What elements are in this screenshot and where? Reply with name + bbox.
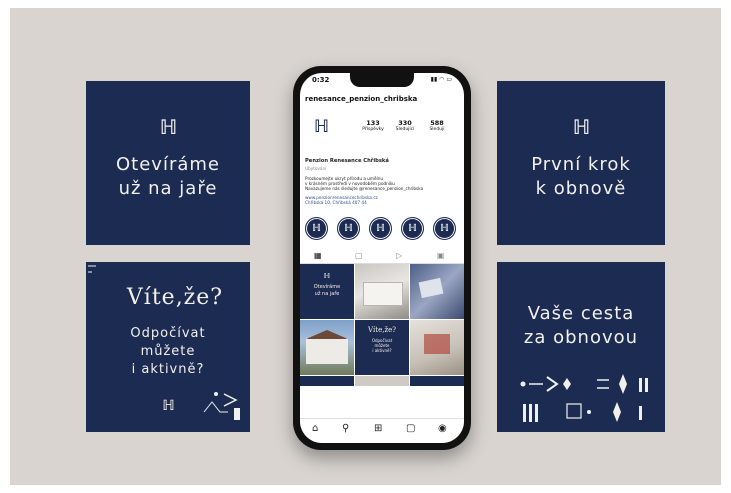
bottom-navigation: ⌂ ⚲ ⊞ ▢ ◉	[300, 418, 464, 443]
card-headline: Víte,že?	[126, 285, 224, 310]
card-title-line-1: První krok	[531, 154, 631, 175]
stat-followers-value: 330	[398, 119, 412, 127]
phone-notch	[350, 73, 414, 87]
hotel-logo-icon: ℍ	[159, 115, 178, 139]
stat-posts-value: 133	[366, 119, 380, 127]
stat-followers-label: Sledující	[395, 127, 415, 132]
stat-followers[interactable]: 330 Sledující	[390, 119, 420, 132]
card-prvni-krok: ℍ První krok k obnově	[497, 81, 665, 245]
stat-following-value: 588	[430, 119, 444, 127]
stat-posts[interactable]: 133 Příspěvky	[358, 119, 388, 132]
pillow-shape	[418, 277, 444, 299]
phone-mockup: 0:32 ▮▮ ◠ ▭ renesance_penzion_chribska ℍ…	[293, 66, 471, 450]
stat-posts-label: Příspěvky	[362, 127, 384, 132]
card-vite-ze: Víte,že? Odpočívat můžete i aktivně? ℍ	[86, 262, 250, 432]
story-highlight-1[interactable]: ℍ	[305, 217, 328, 240]
card-title-line-2: za obnovou	[523, 327, 639, 348]
post-partial-2[interactable]	[355, 376, 409, 386]
bio-name: Penzion Renesance Chřibská	[305, 158, 389, 164]
bio-address-link[interactable]: Chřibská 10, Chřibská 407 44	[305, 200, 367, 205]
profile-avatar[interactable]: ℍ	[310, 117, 332, 139]
card-body-line-3: i aktivně?	[131, 362, 205, 377]
bio-line-3: Navazujeme nás sledujte @renesance_penzi…	[305, 186, 424, 191]
grid-icon[interactable]: ▦	[314, 251, 322, 260]
shop-icon[interactable]: ▢	[406, 423, 415, 434]
instagram-profile-screen: 0:32 ▮▮ ◠ ▭ renesance_penzion_chribska ℍ…	[300, 73, 464, 443]
post-title-line-2: už na jaře	[314, 291, 340, 297]
post-pillows-photo[interactable]	[410, 264, 464, 319]
card-title-line-1: Vaše cesta	[527, 303, 635, 324]
card-body-line-1: Odpočívat	[130, 326, 206, 341]
status-time: 0:32	[312, 76, 330, 84]
reels-icon[interactable]: ▢	[355, 251, 363, 260]
post-room-photo[interactable]	[355, 264, 409, 319]
painting-shape	[424, 334, 450, 354]
post-headline: Víte,že?	[367, 326, 397, 334]
profile-username[interactable]: renesance_penzion_chribska	[305, 95, 417, 103]
hotel-logo-icon: ℍ	[162, 398, 174, 414]
add-icon[interactable]: ⊞	[374, 423, 382, 434]
stat-following[interactable]: 588 Sleduji	[422, 119, 452, 132]
post-body-line-3: i aktivně?	[372, 348, 392, 353]
card-body-line-2: můžete	[140, 344, 196, 359]
card-title-line-1: Otevíráme	[116, 154, 220, 175]
post-title-line-1: Otevíráme	[313, 284, 341, 290]
post-partial-3[interactable]	[410, 376, 464, 386]
building-shape	[306, 338, 348, 364]
status-icons: ▮▮ ◠ ▭	[430, 76, 452, 83]
bed-shape	[363, 282, 403, 306]
stat-following-label: Sleduji	[429, 127, 445, 132]
decorative-pattern-icon	[520, 374, 648, 422]
hotel-logo-icon: ℍ	[323, 272, 331, 280]
card-title-line-2: k obnově	[535, 178, 627, 199]
tagged-icon[interactable]: ▣	[437, 251, 445, 260]
bio-category: Ubytování	[305, 166, 327, 171]
profile-icon[interactable]: ◉	[438, 423, 447, 434]
play-icon[interactable]: ▷	[396, 251, 402, 260]
roof-shape	[306, 330, 348, 339]
story-highlight-3[interactable]: ℍ	[369, 217, 392, 240]
hotel-logo-icon: ℍ	[572, 115, 591, 139]
post-building-photo[interactable]	[300, 320, 354, 375]
story-highlight-2[interactable]: ℍ	[337, 217, 360, 240]
card-otevirame: ℍ Otevíráme už na jaře	[86, 81, 250, 245]
home-icon[interactable]: ⌂	[312, 423, 318, 434]
story-highlight-5[interactable]: ℍ	[433, 217, 456, 240]
post-partial-1[interactable]	[300, 376, 354, 386]
story-highlight-4[interactable]: ℍ	[401, 217, 424, 240]
card-vase-cesta: Vaše cesta za obnovou	[497, 262, 665, 432]
search-icon[interactable]: ⚲	[342, 423, 349, 434]
product-mockup-background: ℍ Otevíráme už na jaře Víte,že? Odpočíva…	[10, 8, 721, 485]
post-otevirame[interactable]: ℍ Otevíráme už na jaře	[300, 264, 354, 319]
post-interior-photo[interactable]	[410, 320, 464, 375]
card-title-line-2: už na jaře	[118, 178, 218, 199]
profile-tabs: ▦ ▢ ▷ ▣	[300, 249, 464, 264]
post-vite-ze[interactable]: Víte,že? Odpočívat můžete i aktivně?	[355, 320, 409, 375]
